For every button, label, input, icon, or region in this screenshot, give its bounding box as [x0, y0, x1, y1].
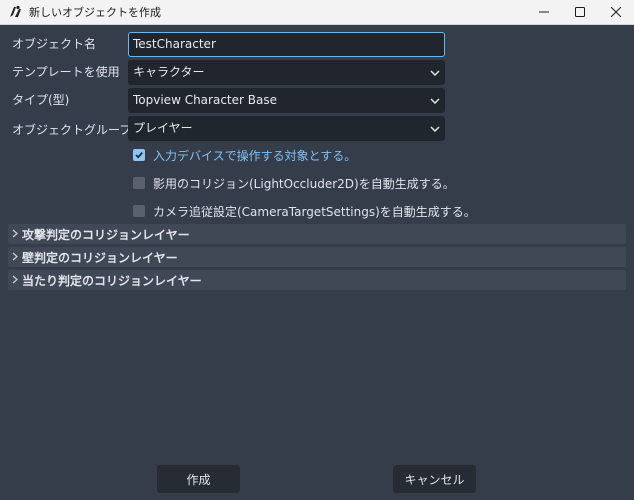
create-button[interactable]: 作成: [157, 465, 240, 493]
template-row: テンプレートを使用 キャラクター: [0, 60, 634, 85]
minimize-button[interactable]: [526, 0, 562, 25]
cancel-button[interactable]: キャンセル: [393, 465, 476, 493]
wall-collision-layer-section[interactable]: 壁判定のコリジョンレイヤー: [8, 247, 626, 267]
input-device-checkbox-row[interactable]: 入力デバイスで操作する対象とする。: [133, 146, 356, 164]
maximize-icon: [575, 6, 585, 20]
title-bar[interactable]: 新しいオブジェクトを作成: [0, 0, 634, 25]
chevron-right-icon: [12, 273, 18, 287]
close-icon: [610, 6, 622, 20]
group-label: オブジェクトグループ: [12, 123, 132, 137]
object-name-label: オブジェクト名: [12, 37, 97, 51]
occluder-checkbox-label: 影用のコリジョン(LightOccluder2D)を自動生成する。: [153, 176, 455, 191]
checkmark-icon: [135, 152, 143, 159]
occluder-checkbox[interactable]: [133, 177, 145, 189]
camera-target-checkbox-label: カメラ追従設定(CameraTargetSettings)を自動生成する。: [153, 204, 476, 219]
window-controls: [526, 0, 634, 25]
minimize-icon: [539, 6, 549, 20]
attack-collision-layer-section[interactable]: 攻撃判定のコリジョンレイヤー: [8, 224, 626, 244]
maximize-button[interactable]: [562, 0, 598, 25]
chevron-right-icon: [12, 250, 18, 264]
chevron-down-icon: [430, 60, 440, 85]
template-select-value: キャラクター: [133, 65, 205, 79]
group-select[interactable]: プレイヤー: [128, 116, 445, 141]
chevron-down-icon: [430, 116, 440, 141]
hit-collision-layer-label: 当たり判定のコリジョンレイヤー: [22, 273, 202, 288]
attack-collision-layer-label: 攻撃判定のコリジョンレイヤー: [22, 227, 190, 242]
chevron-right-icon: [12, 227, 18, 241]
dialog-content: オブジェクト名 TestCharacter テンプレートを使用 キャラクター タ…: [0, 25, 634, 500]
chevron-down-icon: [430, 88, 440, 113]
close-button[interactable]: [598, 0, 634, 25]
template-label: テンプレートを使用: [12, 65, 120, 79]
template-select[interactable]: キャラクター: [128, 60, 445, 85]
window-title: 新しいオブジェクトを作成: [29, 6, 161, 19]
input-device-checkbox-label: 入力デバイスで操作する対象とする。: [153, 148, 357, 163]
camera-target-checkbox[interactable]: [133, 205, 145, 217]
group-row: オブジェクトグループ プレイヤー: [0, 116, 634, 141]
type-select[interactable]: Topview Character Base: [128, 88, 445, 113]
type-select-value: Topview Character Base: [133, 93, 277, 107]
type-label: タイプ(型): [12, 93, 70, 107]
input-device-checkbox[interactable]: [133, 149, 145, 161]
object-name-input[interactable]: TestCharacter: [128, 32, 445, 57]
group-select-value: プレイヤー: [133, 121, 193, 135]
type-row: タイプ(型) Topview Character Base: [0, 88, 634, 113]
hit-collision-layer-section[interactable]: 当たり判定のコリジョンレイヤー: [8, 270, 626, 290]
occluder-checkbox-row[interactable]: 影用のコリジョン(LightOccluder2D)を自動生成する。: [133, 174, 455, 192]
wall-collision-layer-label: 壁判定のコリジョンレイヤー: [22, 250, 178, 265]
object-name-row: オブジェクト名 TestCharacter: [0, 32, 634, 57]
camera-target-checkbox-row[interactable]: カメラ追従設定(CameraTargetSettings)を自動生成する。: [133, 202, 476, 220]
app-icon: [7, 4, 23, 20]
